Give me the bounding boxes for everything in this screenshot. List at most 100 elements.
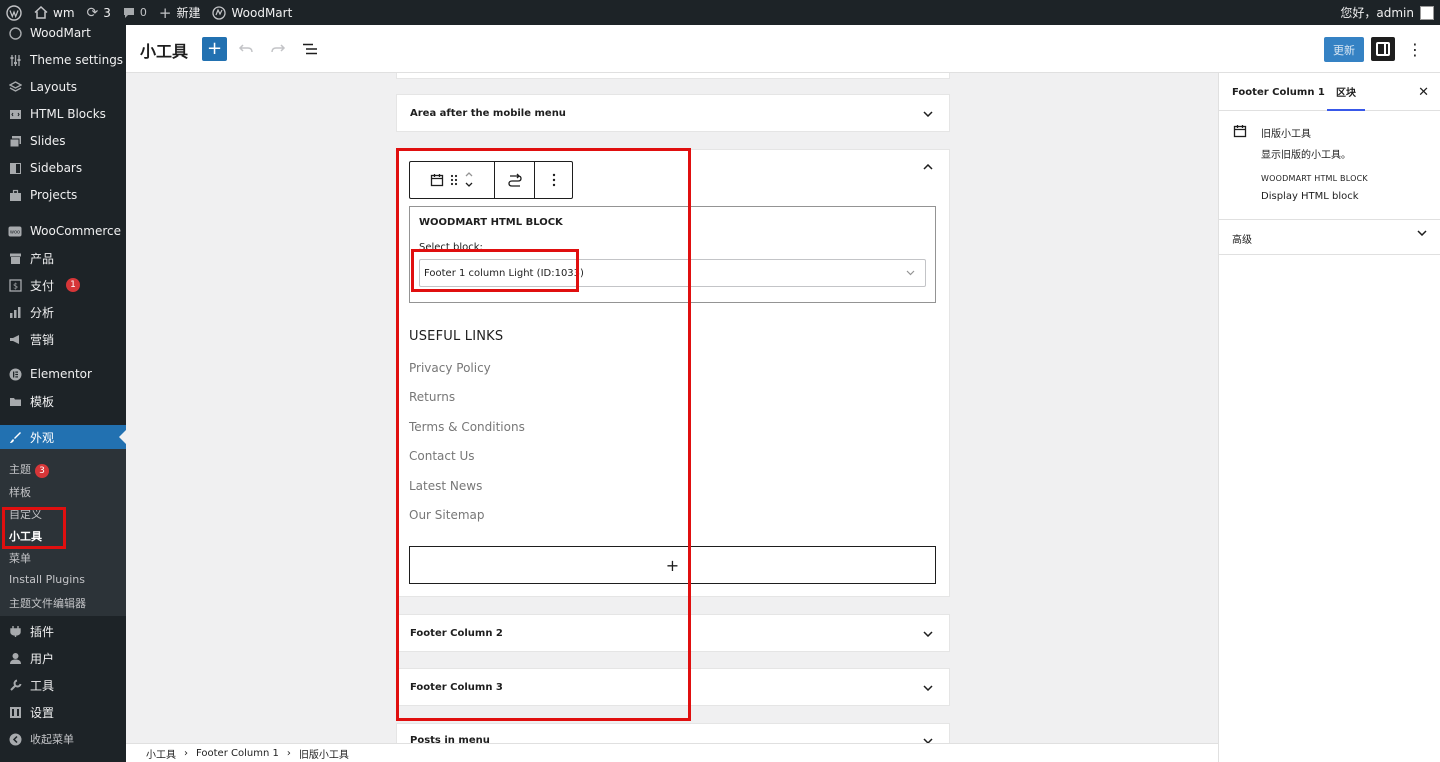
submenu-item-themes[interactable]: 主题 3: [9, 461, 49, 478]
brush-icon: [8, 430, 22, 444]
woodmart-link[interactable]: WoodMart: [206, 0, 298, 25]
site-name: wm: [53, 5, 75, 20]
sidebar-item-label: 收起菜单: [30, 733, 74, 746]
submenu-item-menus[interactable]: 菜单: [9, 550, 31, 566]
new-content-link[interactable]: + 新建: [153, 0, 207, 25]
account-menu[interactable]: 您好，admin: [1340, 4, 1440, 21]
sidebar-item-plugins[interactable]: 插件: [0, 619, 126, 643]
sidebar-item-appearance[interactable]: 外观: [0, 425, 126, 449]
chart-icon: [8, 305, 22, 319]
settings-panel-toggle[interactable]: [1371, 37, 1395, 61]
highlight-box-widget-area: [396, 148, 691, 721]
sidebar-item-label: 外观: [30, 430, 55, 445]
widget-area-mobile-menu[interactable]: Area after the mobile menu: [396, 94, 950, 132]
calendar-icon: [1233, 124, 1247, 138]
sidebar-item-elementor[interactable]: Elementor: [0, 362, 126, 386]
wrench-icon: [8, 678, 22, 692]
block-card-description: 显示旧版的小工具。: [1261, 150, 1351, 161]
sidebar-item-woocommerce[interactable]: woo WooCommerce: [0, 219, 126, 243]
sidebar-item-label: Layouts: [30, 80, 78, 94]
breadcrumb-item[interactable]: 旧版小工具: [299, 746, 349, 761]
inspector-tabs: Footer Column 1 区块 ✕: [1219, 73, 1440, 111]
sidebar-item-label: 工具: [30, 678, 55, 693]
chevron-up-icon[interactable]: [923, 162, 933, 172]
sidebar-item-settings[interactable]: 设置: [0, 700, 126, 724]
redo-icon[interactable]: [268, 39, 288, 59]
breadcrumb-item[interactable]: 小工具: [146, 746, 176, 761]
sidebar-item-label: Sidebars: [30, 161, 83, 175]
sidebar-item-label: Theme settings: [30, 53, 124, 67]
sidebar-item-sidebars[interactable]: Sidebars: [0, 156, 126, 180]
sidebar-item-payments[interactable]: $ 支付 1: [0, 273, 126, 297]
list-view-icon[interactable]: [300, 39, 320, 59]
woodmart-logo-icon: [212, 5, 227, 20]
widget-area-previous[interactable]: [396, 73, 950, 79]
sidebar-item-label: 插件: [30, 624, 55, 639]
html-icon: [8, 107, 22, 121]
sidebar-item-label: 模板: [30, 394, 55, 409]
advanced-panel-toggle[interactable]: 高级: [1219, 219, 1440, 255]
sidebar-item-products[interactable]: 产品: [0, 246, 126, 270]
images-icon: [8, 134, 22, 148]
sidebar-item-templates[interactable]: 模板: [0, 389, 126, 413]
options-menu-icon[interactable]: ⋮: [1407, 37, 1423, 61]
submenu-label: 主题: [9, 463, 31, 476]
editor-header: 小工具 + 更新 ⋮: [126, 25, 1440, 73]
area-title: Area after the mobile menu: [410, 108, 566, 119]
sidebar-item-label: Elementor: [30, 367, 92, 381]
archive-icon: [8, 251, 22, 265]
sidebar-item-tools[interactable]: 工具: [0, 673, 126, 697]
chevron-right-icon: ›: [286, 747, 291, 759]
collapse-menu-button[interactable]: 收起菜单: [0, 727, 126, 751]
widget-area-posts-in-menu[interactable]: Posts in menu: [396, 723, 950, 743]
tab-block[interactable]: 区块: [1327, 73, 1365, 111]
widget-type-label: WOODMART HTML BLOCK: [1261, 174, 1368, 183]
sidebar-item-users[interactable]: 用户: [0, 646, 126, 670]
sidebar-item-html-blocks[interactable]: HTML Blocks: [0, 102, 126, 126]
woodmart-label: WoodMart: [231, 5, 293, 20]
sidebar-item-label: 设置: [30, 705, 55, 720]
settings-icon: [8, 705, 22, 719]
greeting: 您好，admin: [1340, 6, 1414, 20]
sidebar-item-label: Projects: [30, 188, 78, 202]
home-icon: [34, 6, 48, 19]
chevron-down-icon[interactable]: [923, 736, 933, 743]
sidebar-item-analytics[interactable]: 分析: [0, 300, 126, 324]
submenu-item-install-plugins[interactable]: Install Plugins: [9, 573, 85, 586]
themes-count-badge: 3: [35, 464, 49, 478]
undo-icon[interactable]: [236, 39, 256, 59]
widget-type-description: Display HTML block: [1261, 191, 1359, 202]
sidebar-item-projects[interactable]: Projects: [0, 183, 126, 207]
block-card-title: 旧版小工具: [1261, 129, 1311, 140]
submenu-item-theme-file-editor[interactable]: 主题文件编辑器: [9, 595, 86, 611]
sidebar-item-layouts[interactable]: Layouts: [0, 75, 126, 99]
admin-bar: wm ⟳ 3 0 + 新建 WoodMart 您好，admin: [0, 0, 1440, 25]
chevron-down-icon[interactable]: [923, 629, 933, 639]
tab-widget-area[interactable]: Footer Column 1: [1232, 73, 1325, 111]
sidebar-icon: [8, 161, 22, 175]
breadcrumb-item[interactable]: Footer Column 1: [196, 748, 279, 759]
megaphone-icon: [8, 332, 22, 346]
close-icon[interactable]: ✕: [1418, 85, 1429, 100]
submenu-item-patterns[interactable]: 样板: [9, 484, 31, 500]
plus-icon: +: [158, 3, 172, 22]
dollar-icon: $: [8, 278, 22, 292]
collapse-icon: [8, 732, 22, 746]
updates-count: 3: [103, 5, 111, 20]
sidebar-item-slides[interactable]: Slides: [0, 129, 126, 153]
sliders-icon: [8, 53, 22, 67]
user-icon: [8, 651, 22, 665]
sidebar-item-marketing[interactable]: 营销: [0, 327, 126, 351]
update-button[interactable]: 更新: [1324, 37, 1364, 62]
highlight-box-select-value: [411, 249, 579, 292]
chevron-down-icon: [1417, 230, 1427, 236]
sidebar-item-theme-settings[interactable]: Theme settings: [0, 48, 126, 72]
chevron-down-icon[interactable]: [923, 683, 933, 693]
briefcase-icon: [8, 188, 22, 202]
page-title: 小工具: [140, 42, 189, 61]
comments-count: 0: [139, 6, 147, 19]
block-inserter-button[interactable]: +: [202, 37, 227, 61]
sidebar-item-woodmart[interactable]: WoodMart: [0, 21, 126, 45]
chevron-down-icon[interactable]: [923, 109, 933, 119]
elementor-icon: [8, 367, 22, 381]
